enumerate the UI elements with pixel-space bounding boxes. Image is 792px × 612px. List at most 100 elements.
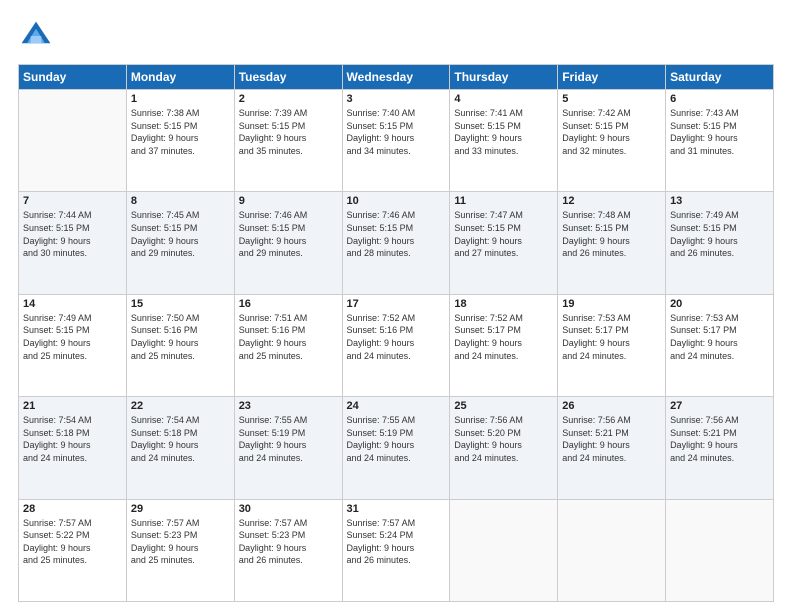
day-info: Sunrise: 7:51 AM Sunset: 5:16 PM Dayligh…	[239, 312, 338, 362]
calendar-cell: 30Sunrise: 7:57 AM Sunset: 5:23 PM Dayli…	[234, 499, 342, 601]
day-info: Sunrise: 7:46 AM Sunset: 5:15 PM Dayligh…	[239, 209, 338, 259]
col-header-tuesday: Tuesday	[234, 65, 342, 90]
calendar-week-row: 1 Sunrise: 7:38 AM Sunset: 5:15 PM Daylig…	[19, 90, 774, 192]
calendar-cell: 26 Sunrise: 7:56 AM Sunset: 5:21 PM Dayli…	[558, 397, 666, 499]
calendar-cell: 24Sunrise: 7:55 AM Sunset: 5:19 PM Dayli…	[342, 397, 450, 499]
day-info: Sunrise: 7:57 AM Sunset: 5:24 PM Dayligh…	[347, 517, 446, 567]
day-number: 7	[23, 195, 122, 207]
day-number: 19	[562, 298, 661, 310]
day-number: 1	[131, 93, 230, 105]
day-info: Sunrise: 7:40 AM Sunset: 5:15 PM Dayligh…	[347, 107, 446, 157]
day-info: Sunrise: 7:56 AM Sunset: 5:21 PM Dayligh…	[562, 414, 661, 464]
calendar-cell: 5 Sunrise: 7:42 AM Sunset: 5:15 PM Daylig…	[558, 90, 666, 192]
calendar-cell	[19, 90, 127, 192]
day-info: Sunrise: 7:45 AM Sunset: 5:15 PM Dayligh…	[131, 209, 230, 259]
day-info: Sunrise: 7:41 AM Sunset: 5:15 PM Dayligh…	[454, 107, 553, 157]
calendar-cell: 21 Sunrise: 7:54 AM Sunset: 5:18 PM Dayli…	[19, 397, 127, 499]
day-number: 5	[562, 93, 661, 105]
day-number: 14	[23, 298, 122, 310]
calendar-cell: 13Sunrise: 7:49 AM Sunset: 5:15 PM Dayli…	[666, 192, 774, 294]
calendar-cell: 7 Sunrise: 7:44 AM Sunset: 5:15 PM Daylig…	[19, 192, 127, 294]
day-number: 13	[670, 195, 769, 207]
calendar-cell: 3 Sunrise: 7:40 AM Sunset: 5:15 PM Daylig…	[342, 90, 450, 192]
day-number: 21	[23, 400, 122, 412]
day-info: Sunrise: 7:56 AM Sunset: 5:20 PM Dayligh…	[454, 414, 553, 464]
day-info: Sunrise: 7:53 AM Sunset: 5:17 PM Dayligh…	[670, 312, 769, 362]
day-number: 4	[454, 93, 553, 105]
day-info: Sunrise: 7:57 AM Sunset: 5:23 PM Dayligh…	[131, 517, 230, 567]
calendar-cell: 16 Sunrise: 7:51 AM Sunset: 5:16 PM Dayli…	[234, 294, 342, 396]
day-info: Sunrise: 7:52 AM Sunset: 5:16 PM Dayligh…	[347, 312, 446, 362]
calendar-cell: 23Sunrise: 7:55 AM Sunset: 5:19 PM Dayli…	[234, 397, 342, 499]
calendar-cell: 29 Sunrise: 7:57 AM Sunset: 5:23 PM Dayli…	[126, 499, 234, 601]
day-info: Sunrise: 7:48 AM Sunset: 5:15 PM Dayligh…	[562, 209, 661, 259]
day-info: Sunrise: 7:50 AM Sunset: 5:16 PM Dayligh…	[131, 312, 230, 362]
day-number: 8	[131, 195, 230, 207]
col-header-wednesday: Wednesday	[342, 65, 450, 90]
day-number: 17	[347, 298, 446, 310]
calendar-cell: 20 Sunrise: 7:53 AM Sunset: 5:17 PM Dayli…	[666, 294, 774, 396]
calendar-cell	[558, 499, 666, 601]
day-number: 31	[347, 503, 446, 515]
day-number: 20	[670, 298, 769, 310]
calendar-cell: 14 Sunrise: 7:49 AM Sunset: 5:15 PM Dayli…	[19, 294, 127, 396]
col-header-saturday: Saturday	[666, 65, 774, 90]
calendar-cell: 9 Sunrise: 7:46 AM Sunset: 5:15 PM Daylig…	[234, 192, 342, 294]
day-number: 29	[131, 503, 230, 515]
calendar-week-row: 21 Sunrise: 7:54 AM Sunset: 5:18 PM Dayli…	[19, 397, 774, 499]
calendar-cell: 10 Sunrise: 7:46 AM Sunset: 5:15 PM Dayli…	[342, 192, 450, 294]
logo	[18, 18, 58, 54]
day-number: 16	[239, 298, 338, 310]
col-header-thursday: Thursday	[450, 65, 558, 90]
day-number: 6	[670, 93, 769, 105]
calendar-cell: 19 Sunrise: 7:53 AM Sunset: 5:17 PM Dayli…	[558, 294, 666, 396]
calendar-week-row: 14 Sunrise: 7:49 AM Sunset: 5:15 PM Dayli…	[19, 294, 774, 396]
day-info: Sunrise: 7:49 AM Sunset: 5:15 PM Dayligh…	[23, 312, 122, 362]
calendar-cell: 12Sunrise: 7:48 AM Sunset: 5:15 PM Dayli…	[558, 192, 666, 294]
day-number: 26	[562, 400, 661, 412]
header	[18, 18, 774, 54]
page: SundayMondayTuesdayWednesdayThursdayFrid…	[0, 0, 792, 612]
day-number: 23	[239, 400, 338, 412]
calendar-week-row: 28 Sunrise: 7:57 AM Sunset: 5:22 PM Dayli…	[19, 499, 774, 601]
calendar-cell: 31 Sunrise: 7:57 AM Sunset: 5:24 PM Dayli…	[342, 499, 450, 601]
calendar-cell	[450, 499, 558, 601]
calendar-cell: 2 Sunrise: 7:39 AM Sunset: 5:15 PM Daylig…	[234, 90, 342, 192]
calendar-cell: 27 Sunrise: 7:56 AM Sunset: 5:21 PM Dayli…	[666, 397, 774, 499]
day-info: Sunrise: 7:38 AM Sunset: 5:15 PM Dayligh…	[131, 107, 230, 157]
col-header-monday: Monday	[126, 65, 234, 90]
day-info: Sunrise: 7:56 AM Sunset: 5:21 PM Dayligh…	[670, 414, 769, 464]
day-number: 11	[454, 195, 553, 207]
day-number: 18	[454, 298, 553, 310]
calendar-cell: 1 Sunrise: 7:38 AM Sunset: 5:15 PM Daylig…	[126, 90, 234, 192]
day-number: 9	[239, 195, 338, 207]
day-number: 3	[347, 93, 446, 105]
day-number: 22	[131, 400, 230, 412]
calendar-header-row: SundayMondayTuesdayWednesdayThursdayFrid…	[19, 65, 774, 90]
day-number: 2	[239, 93, 338, 105]
day-info: Sunrise: 7:39 AM Sunset: 5:15 PM Dayligh…	[239, 107, 338, 157]
day-number: 15	[131, 298, 230, 310]
day-number: 27	[670, 400, 769, 412]
day-info: Sunrise: 7:53 AM Sunset: 5:17 PM Dayligh…	[562, 312, 661, 362]
calendar-cell: 28 Sunrise: 7:57 AM Sunset: 5:22 PM Dayli…	[19, 499, 127, 601]
day-info: Sunrise: 7:57 AM Sunset: 5:22 PM Dayligh…	[23, 517, 122, 567]
calendar-cell: 22Sunrise: 7:54 AM Sunset: 5:18 PM Dayli…	[126, 397, 234, 499]
day-info: Sunrise: 7:44 AM Sunset: 5:15 PM Dayligh…	[23, 209, 122, 259]
day-number: 28	[23, 503, 122, 515]
day-info: Sunrise: 7:57 AM Sunset: 5:23 PM Dayligh…	[239, 517, 338, 567]
calendar-cell	[666, 499, 774, 601]
day-info: Sunrise: 7:52 AM Sunset: 5:17 PM Dayligh…	[454, 312, 553, 362]
day-number: 24	[347, 400, 446, 412]
day-info: Sunrise: 7:54 AM Sunset: 5:18 PM Dayligh…	[23, 414, 122, 464]
day-info: Sunrise: 7:43 AM Sunset: 5:15 PM Dayligh…	[670, 107, 769, 157]
day-info: Sunrise: 7:42 AM Sunset: 5:15 PM Dayligh…	[562, 107, 661, 157]
day-info: Sunrise: 7:46 AM Sunset: 5:15 PM Dayligh…	[347, 209, 446, 259]
col-header-sunday: Sunday	[19, 65, 127, 90]
col-header-friday: Friday	[558, 65, 666, 90]
calendar-cell: 4 Sunrise: 7:41 AM Sunset: 5:15 PM Daylig…	[450, 90, 558, 192]
day-number: 10	[347, 195, 446, 207]
calendar-cell: 25Sunrise: 7:56 AM Sunset: 5:20 PM Dayli…	[450, 397, 558, 499]
calendar-week-row: 7 Sunrise: 7:44 AM Sunset: 5:15 PM Daylig…	[19, 192, 774, 294]
calendar-cell: 8 Sunrise: 7:45 AM Sunset: 5:15 PM Daylig…	[126, 192, 234, 294]
